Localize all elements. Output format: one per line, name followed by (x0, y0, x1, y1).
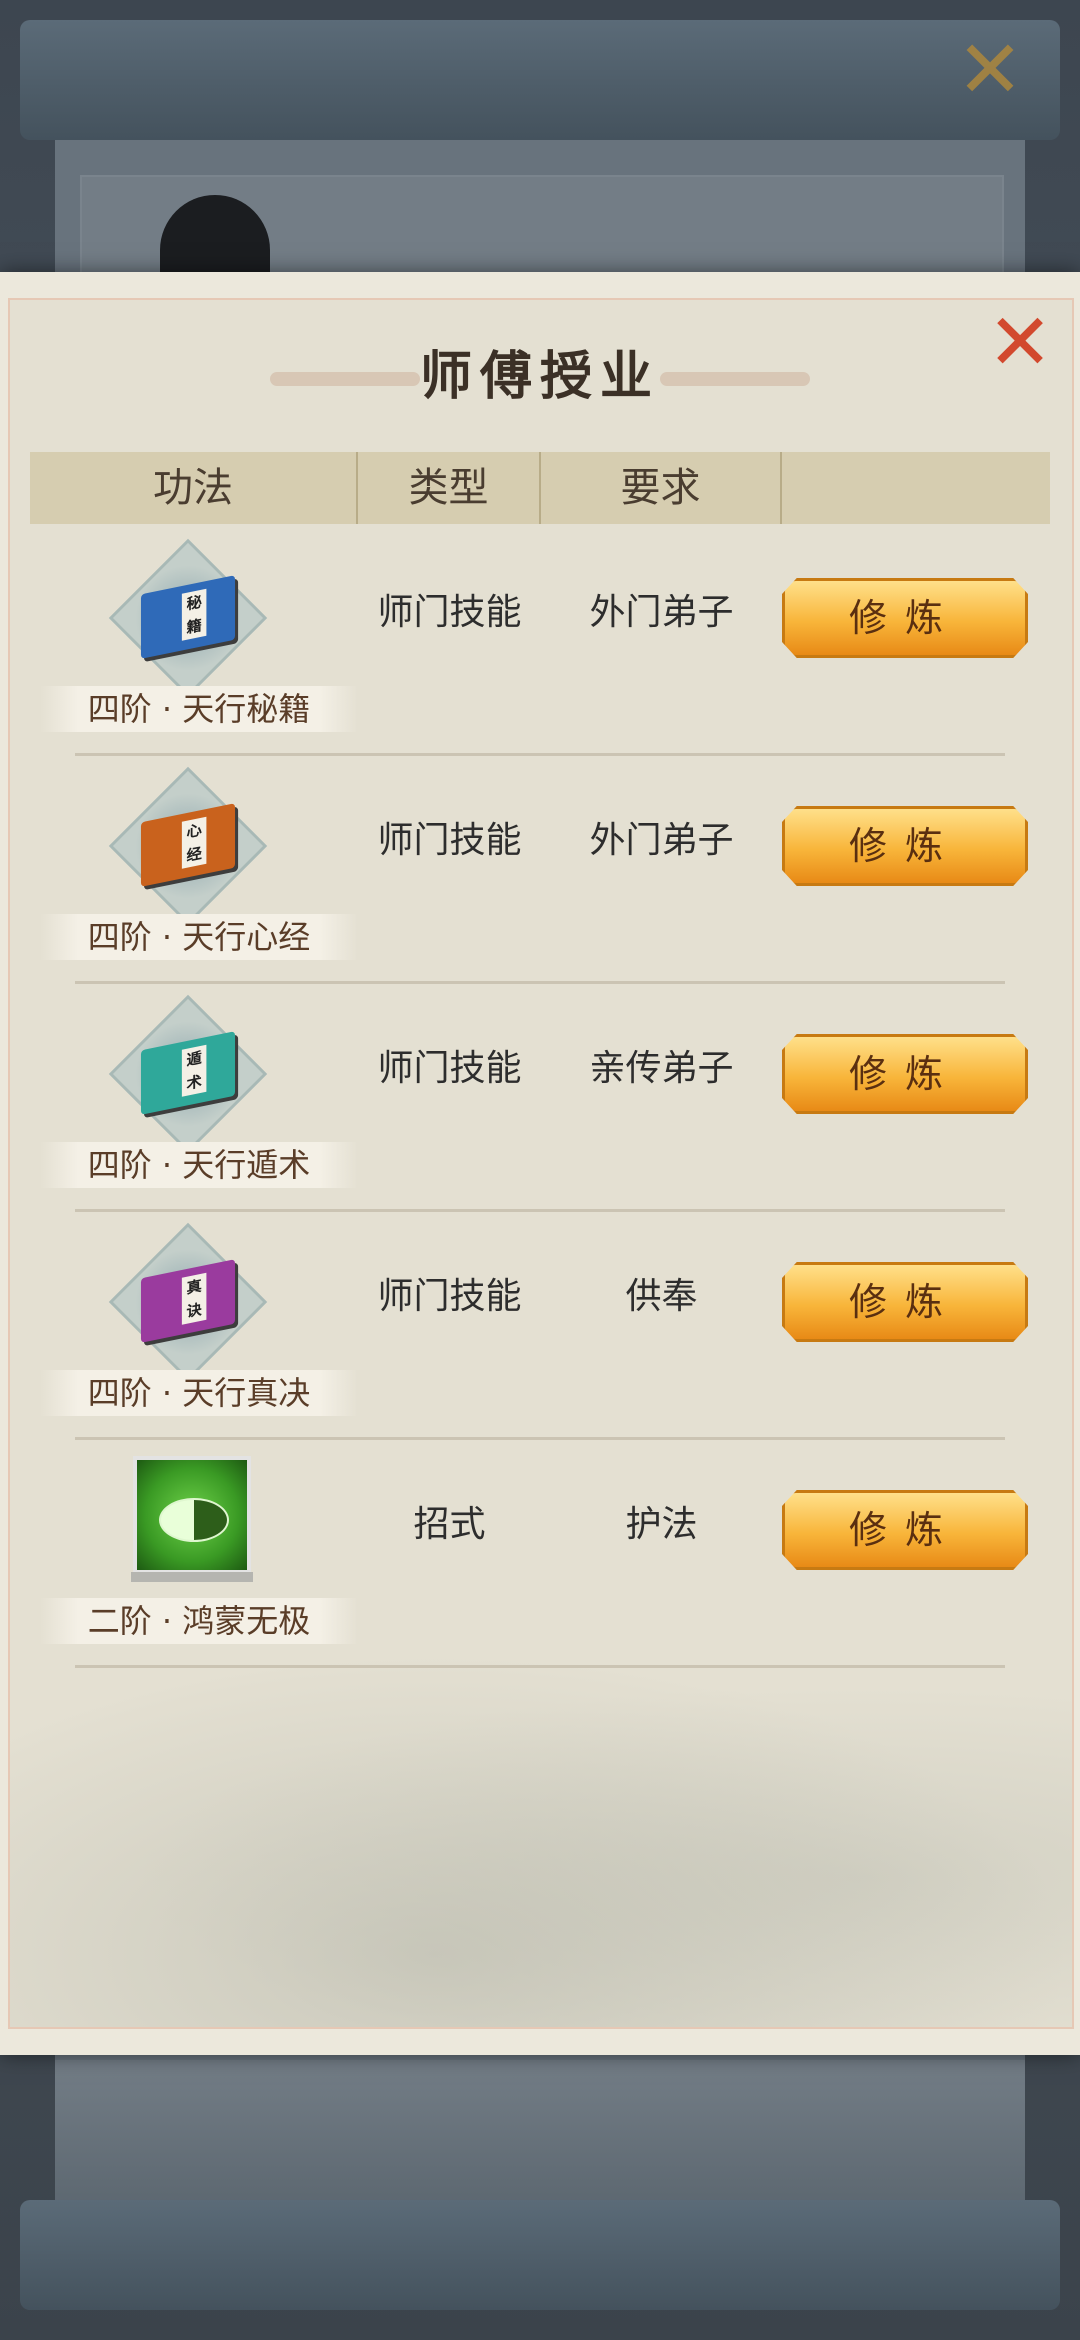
skill-name: 四阶 · 天行真决 (40, 1370, 358, 1416)
background-lower-panel (55, 2060, 1025, 2210)
close-icon: ✕ (987, 298, 1053, 388)
table-row: 秘籍 四阶 · 天行秘籍 师门技能 外门弟子 修炼 (30, 528, 1050, 756)
skill-type: 师门技能 (377, 592, 522, 633)
skill-requirement: 外门弟子 (589, 820, 734, 861)
scroll-roller-bottom (20, 2200, 1060, 2310)
close-button[interactable]: ✕ (985, 304, 1055, 382)
skill-icon-frame: 真诀 (108, 1222, 268, 1382)
skill-type: 师门技能 (377, 1048, 522, 1089)
header-skill: 功法 (30, 452, 358, 524)
scroll-roller-top (20, 20, 1060, 140)
train-button[interactable]: 修炼 (782, 578, 1028, 658)
table-row: 二阶 · 鸿蒙无极 招式 护法 修炼 (30, 1440, 1050, 1668)
skill-name: 二阶 · 鸿蒙无极 (40, 1598, 358, 1644)
book-label: 心经 (181, 816, 207, 869)
table-row: 心经 四阶 · 天行心经 师门技能 外门弟子 修炼 (30, 756, 1050, 984)
skill-icon-frame: 心经 (108, 766, 268, 926)
train-button[interactable]: 修炼 (782, 1034, 1028, 1114)
background-close-icon: ✕ (956, 23, 1024, 116)
skill-type: 师门技能 (377, 820, 522, 861)
book-label: 真诀 (181, 1272, 207, 1325)
yin-yang-icon (133, 1456, 251, 1574)
yin-yang-symbol (159, 1498, 229, 1542)
header-type: 类型 (358, 452, 541, 524)
skill-icon-frame: 遁术 (108, 994, 268, 1154)
book-label: 秘籍 (181, 588, 207, 641)
header-requirement: 要求 (541, 452, 782, 524)
title-banner: 师傅授业 (260, 342, 820, 412)
row-divider (75, 1665, 1005, 1668)
skill-type: 招式 (413, 1504, 486, 1545)
skill-name: 四阶 · 天行心经 (40, 914, 358, 960)
dialog-title: 师傅授业 (419, 346, 660, 407)
train-button[interactable]: 修炼 (782, 806, 1028, 886)
skill-requirement: 亲传弟子 (589, 1048, 734, 1089)
skill-type: 师门技能 (377, 1276, 522, 1317)
ink-landscape-decoration (10, 1650, 1072, 2027)
table-row: 遁术 四阶 · 天行遁术 师门技能 亲传弟子 修炼 (30, 984, 1050, 1212)
table-row: 真诀 四阶 · 天行真决 师门技能 供奉 修炼 (30, 1212, 1050, 1440)
skill-name: 四阶 · 天行秘籍 (40, 686, 358, 732)
skill-requirement: 护法 (625, 1504, 698, 1545)
header-action (782, 452, 1050, 524)
icon-shelf (131, 1572, 253, 1582)
train-button[interactable]: 修炼 (782, 1490, 1028, 1570)
skill-requirement: 供奉 (625, 1276, 698, 1317)
table-header: 功法 类型 要求 (30, 452, 1050, 524)
skill-name: 四阶 · 天行遁术 (40, 1142, 358, 1188)
book-label: 遁术 (181, 1044, 207, 1097)
train-button[interactable]: 修炼 (782, 1262, 1028, 1342)
skill-requirement: 外门弟子 (589, 592, 734, 633)
skill-icon-frame: 秘籍 (108, 538, 268, 698)
